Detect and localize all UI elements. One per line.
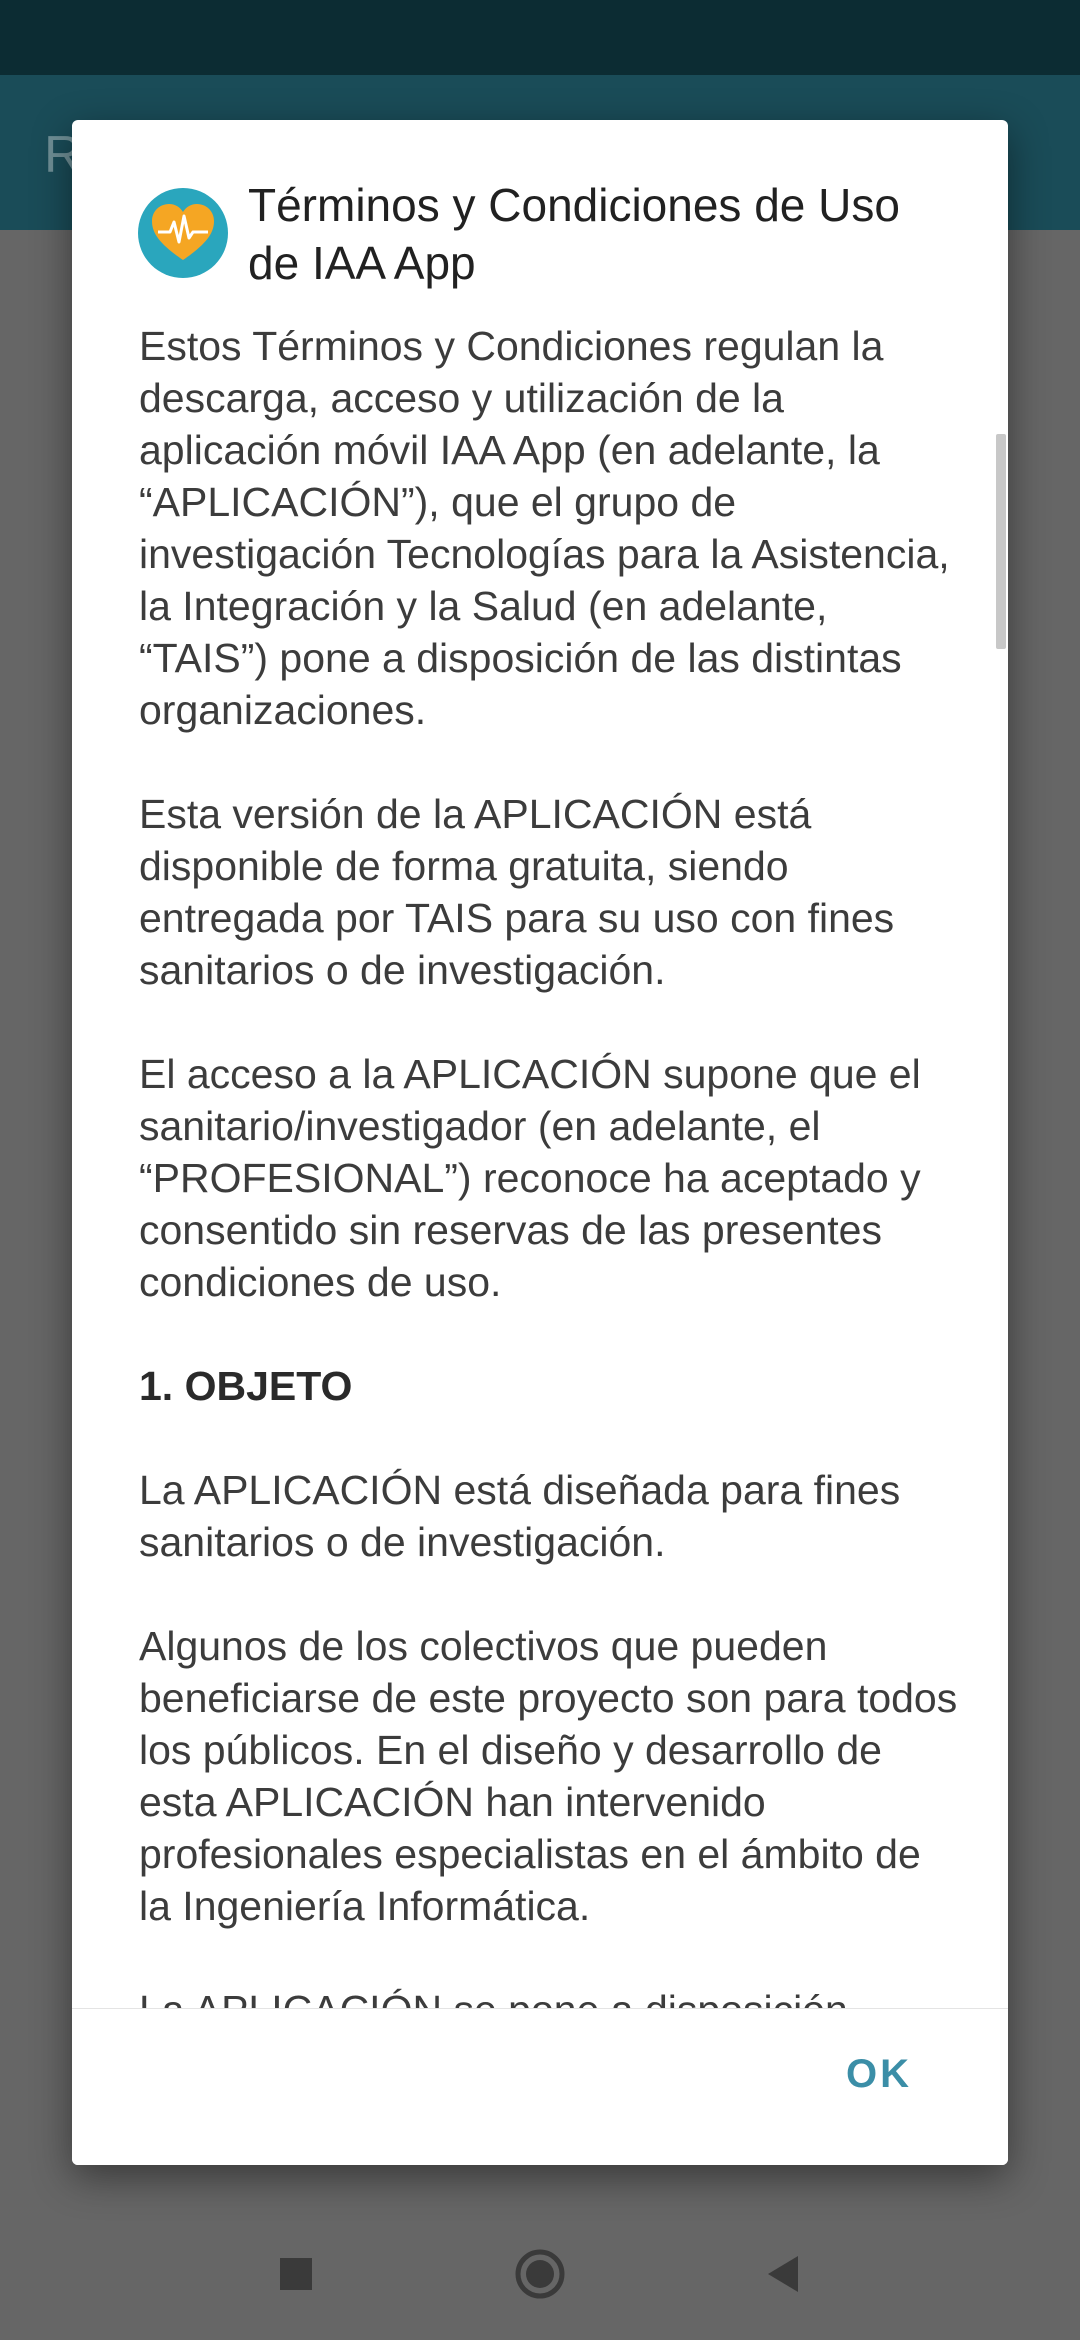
navigation-bar — [0, 2210, 1080, 2340]
back-icon[interactable] — [752, 2242, 816, 2306]
terms-paragraph: El acceso a la APLICACIÓN supone que el … — [139, 1051, 921, 1305]
ok-button[interactable]: OK — [830, 2039, 928, 2109]
home-icon[interactable] — [508, 2242, 572, 2306]
dialog-footer: OK — [72, 2008, 1008, 2165]
dialog-scroll-body[interactable]: Estos Términos y Condiciones regulan la … — [72, 318, 1008, 2128]
terms-paragraph: Estos Términos y Condiciones regulan la … — [139, 323, 950, 733]
terms-paragraph: Algunos de los colectivos que pueden ben… — [139, 1623, 958, 1929]
dialog-header: Términos y Condiciones de Uso de IAA App — [72, 120, 1008, 320]
heart-pulse-icon — [138, 188, 228, 278]
terms-paragraph: La APLICACIÓN está diseñada para fines s… — [139, 1467, 901, 1565]
status-bar — [0, 0, 1080, 75]
section-heading: 1. OBJETO — [139, 1363, 353, 1409]
terms-dialog: Términos y Condiciones de Uso de IAA App… — [72, 120, 1008, 2165]
recent-apps-icon[interactable] — [264, 2242, 328, 2306]
terms-text: Estos Términos y Condiciones regulan la … — [139, 320, 959, 2088]
dialog-title: Términos y Condiciones de Uso de IAA App — [248, 179, 900, 289]
scrollbar[interactable] — [996, 434, 1006, 649]
terms-paragraph: Esta versión de la APLICACIÓN está dispo… — [139, 791, 895, 993]
